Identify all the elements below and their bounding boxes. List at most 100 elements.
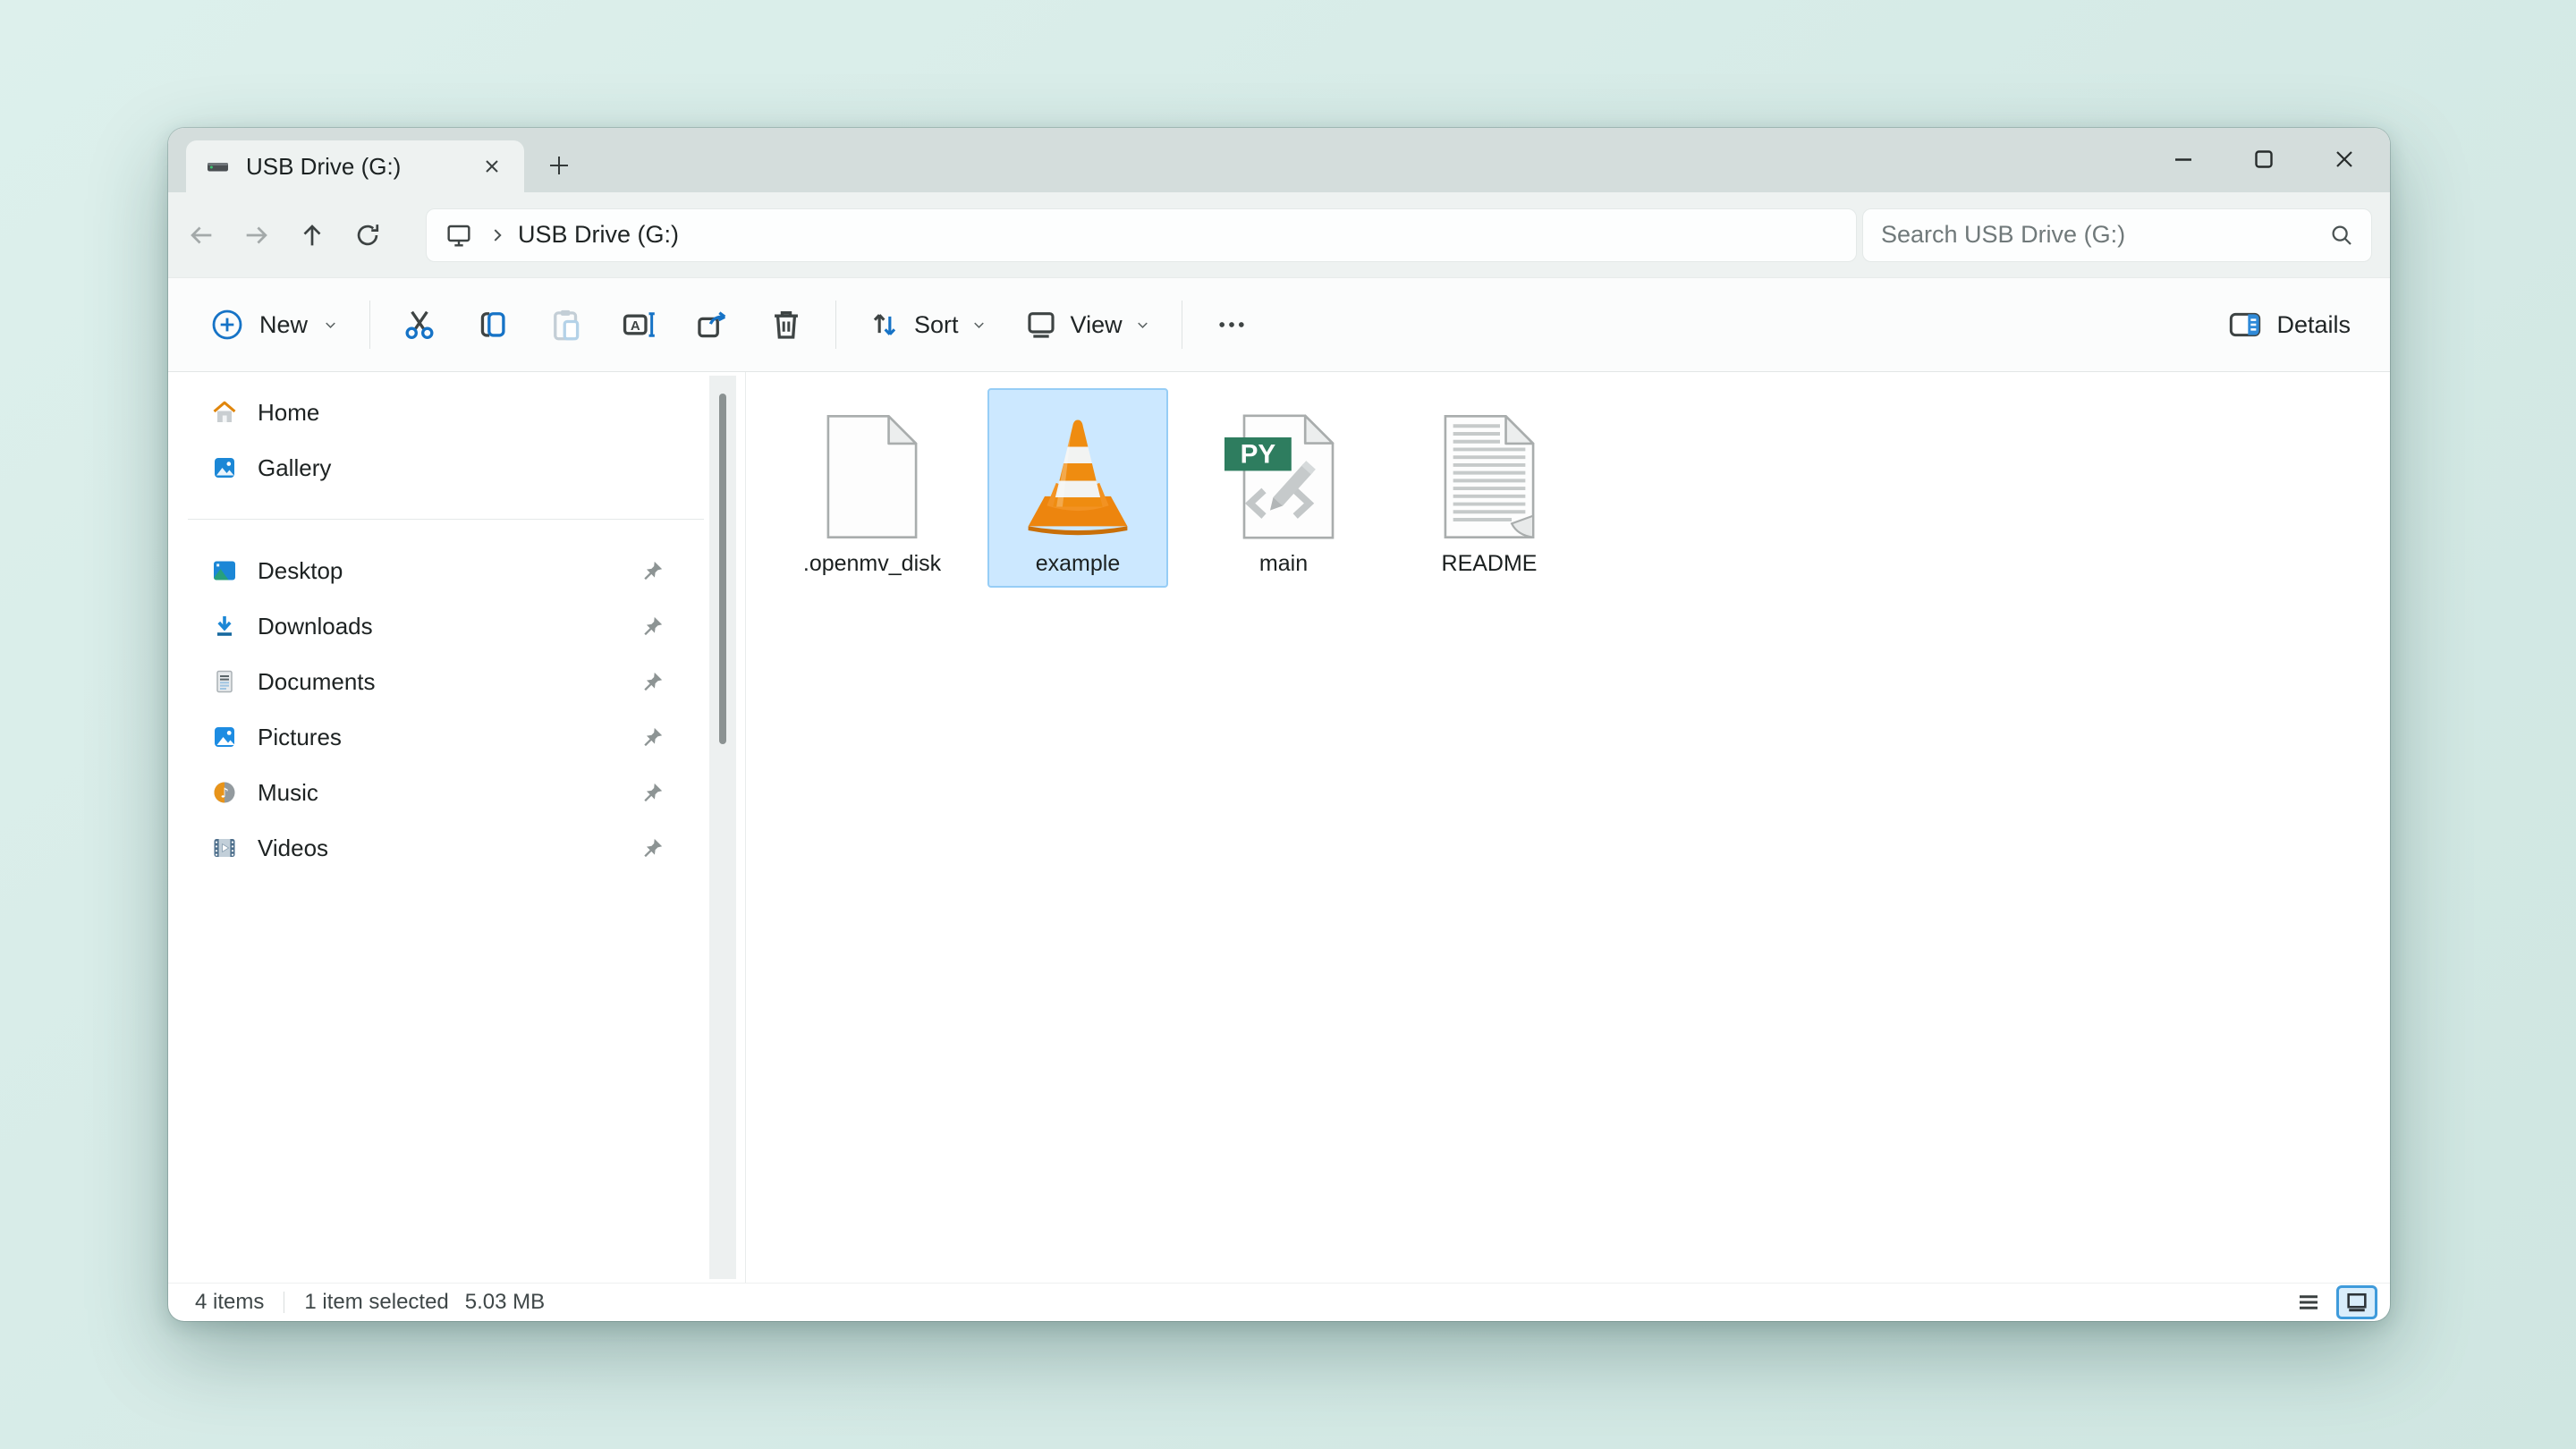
status-bar: 4 items 1 item selected 5.03 MB [168, 1283, 2390, 1321]
cut-button[interactable] [383, 292, 456, 358]
videos-icon [214, 839, 235, 857]
pin-icon [641, 559, 665, 582]
delete-button[interactable] [750, 292, 823, 358]
rename-icon: A [623, 312, 655, 337]
sidebar-item-documents[interactable]: Documents [193, 654, 679, 709]
up-arrow-icon [303, 224, 321, 245]
file-label: README [1441, 551, 1538, 576]
sort-arrows-icon [873, 314, 896, 335]
close-window-button[interactable] [2304, 128, 2385, 191]
paste-button[interactable] [530, 292, 603, 358]
pin-icon [641, 781, 665, 804]
paste-clipboard-icon [554, 309, 580, 341]
tab-title: USB Drive (G:) [246, 152, 402, 180]
text-document-icon [1444, 415, 1535, 538]
sort-button-label: Sort [914, 310, 959, 338]
close-icon [486, 160, 498, 173]
view-button-label: View [1070, 310, 1123, 338]
tab-close-button[interactable] [472, 147, 512, 186]
sidebar-scrollbar[interactable] [709, 376, 736, 1279]
sidebar-item-label: Gallery [258, 453, 332, 481]
new-plus-icon [212, 309, 242, 340]
search-input[interactable] [1879, 220, 2328, 250]
list-view-button[interactable] [2288, 1285, 2329, 1319]
file-tile-readme[interactable]: README [1399, 388, 1580, 588]
ellipsis-icon [1218, 322, 1244, 327]
pin-icon [641, 670, 665, 693]
new-button-label: New [259, 310, 309, 338]
details-button-label: Details [2276, 310, 2351, 338]
back-button[interactable] [174, 208, 229, 263]
toolbar-divider [369, 301, 371, 349]
desktop-icon [214, 561, 235, 580]
tab-bar: USB Drive (G:) [168, 128, 2390, 192]
breadcrumb-location[interactable]: USB Drive (G:) [518, 221, 679, 249]
search-icon [2332, 225, 2351, 245]
back-arrow-icon [191, 226, 212, 243]
sidebar-item-label: Home [258, 398, 320, 426]
blank-document-icon [826, 415, 918, 538]
scrollbar-thumb[interactable] [719, 394, 726, 744]
selection-count: 1 item selected [304, 1290, 449, 1314]
python-file-icon: PY [1224, 414, 1335, 539]
view-button[interactable]: View [1005, 292, 1169, 358]
sidebar-item-pictures[interactable]: Pictures [193, 709, 679, 765]
this-pc-monitor-icon [447, 225, 470, 247]
chevron-down-icon [326, 322, 335, 328]
new-tab-button[interactable] [533, 140, 585, 191]
sidebar-item-label: Music [258, 778, 318, 806]
pictures-icon [215, 727, 235, 747]
address-bar[interactable]: USB Drive (G:) [426, 208, 1857, 262]
sidebar-item-label: Downloads [258, 612, 373, 640]
up-button[interactable] [284, 208, 340, 263]
file-label: example [1035, 551, 1121, 576]
file-label: .openmv_disk [802, 551, 942, 576]
copy-icon [480, 312, 505, 337]
sidebar-item-gallery[interactable]: Gallery [193, 440, 679, 496]
maximize-button[interactable] [2224, 128, 2304, 191]
downloads-icon [217, 616, 232, 636]
sidebar-item-downloads[interactable]: Downloads [193, 598, 679, 654]
file-tile-example[interactable]: example [987, 388, 1168, 588]
share-button[interactable] [676, 292, 750, 358]
sidebar-item-videos[interactable]: Videos [193, 820, 679, 876]
minimize-icon [2175, 158, 2191, 161]
command-toolbar: New A Sort View Details [168, 278, 2390, 372]
tiles-view-button[interactable] [2336, 1285, 2377, 1319]
plus-icon [550, 157, 568, 174]
delete-trash-icon [775, 311, 798, 339]
refresh-button[interactable] [340, 208, 395, 263]
sidebar-item-desktop[interactable]: Desktop [193, 543, 679, 598]
sidebar-item-music[interactable]: ♪ Music [193, 765, 679, 820]
file-explorer-window: USB Drive (G:) USB Drive (G:) Search USB… [168, 128, 2390, 1321]
sidebar-item-home[interactable]: Home [193, 385, 679, 440]
window-controls [2143, 128, 2385, 191]
rename-button[interactable]: A [603, 292, 676, 358]
forward-button[interactable] [229, 208, 284, 263]
pin-icon [641, 614, 665, 638]
list-view-icon [2300, 1295, 2318, 1309]
new-button[interactable]: New [191, 292, 357, 358]
more-options-button[interactable] [1195, 292, 1268, 358]
navigation-bar: USB Drive (G:) [168, 192, 2390, 278]
items-count: 4 items [195, 1290, 265, 1314]
copy-button[interactable] [456, 292, 530, 358]
refresh-icon [357, 224, 379, 245]
file-grid: .openmv_disk example PY main README [746, 372, 2390, 1283]
sidebar-item-label: Pictures [258, 723, 342, 750]
forward-arrow-icon [246, 226, 267, 243]
maximize-icon [2255, 150, 2273, 168]
file-tile-main[interactable]: PY main [1193, 388, 1374, 588]
share-icon [698, 311, 726, 338]
vlc-cone-icon [1028, 419, 1128, 536]
sidebar-item-label: Desktop [258, 556, 343, 584]
svg-text:♪: ♪ [220, 784, 229, 801]
minimize-button[interactable] [2143, 128, 2224, 191]
svg-text:A: A [631, 318, 640, 334]
tab-usb-drive[interactable]: USB Drive (G:) [186, 140, 524, 192]
sidebar: Home Gallery Desktop Downloads Documents… [168, 372, 745, 1283]
toolbar-divider [835, 301, 837, 349]
details-pane-button[interactable]: Details [2211, 292, 2367, 358]
sort-button[interactable]: Sort [849, 292, 1005, 358]
file-tile-openmv-disk[interactable]: .openmv_disk [782, 388, 962, 588]
